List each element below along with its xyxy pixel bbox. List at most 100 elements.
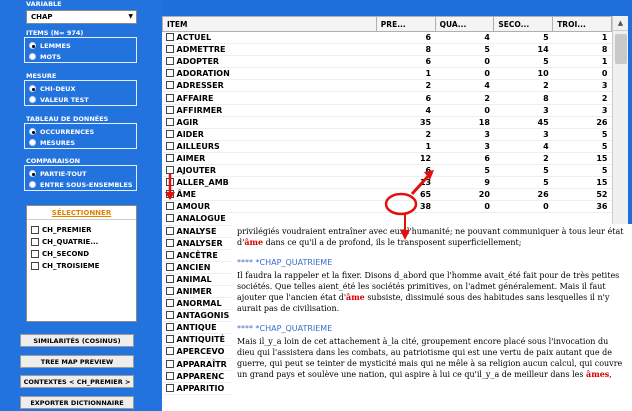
radio-occurrences[interactable]: OCCURRENCES (25, 126, 136, 137)
item-label: APPARAÎTR (176, 359, 227, 369)
table-row[interactable]: AFFAIRE 6 2 8 2 (162, 91, 612, 105)
chapter-heading: **** *CHAP_QUATRIEME (237, 258, 333, 267)
item-cell: AIMER (162, 152, 377, 166)
item-cell: ALLER_AMB (162, 176, 377, 190)
table-row[interactable]: AILLEURS 1 3 4 5 (162, 140, 612, 153)
table-row[interactable]: AIMER 12 6 2 15 (162, 152, 612, 166)
checkbox-ch-troisieme[interactable]: CH_TROISIEME (27, 260, 136, 272)
row-checkbox-icon[interactable] (165, 105, 174, 114)
row-checkbox-icon[interactable] (165, 262, 174, 271)
row-checkbox-icon[interactable] (165, 250, 174, 259)
row-checkbox-icon[interactable] (165, 214, 174, 223)
column-header[interactable]: TROI... (552, 16, 612, 32)
row-checkbox-icon[interactable] (165, 57, 174, 66)
column-header[interactable]: ITEM (162, 16, 377, 32)
row-checkbox-icon[interactable] (165, 81, 174, 90)
value-cell: 3 (552, 79, 612, 93)
row-checkbox-icon[interactable] (165, 371, 174, 380)
checkbox-icon (31, 262, 39, 270)
value-cell: 0 (435, 200, 494, 214)
row-checkbox-icon[interactable] (165, 311, 174, 320)
row-checkbox-icon[interactable] (165, 153, 174, 162)
table-row[interactable]: ADOPTER 6 0 5 1 (162, 55, 612, 69)
value-cell: 36 (552, 200, 612, 214)
column-header[interactable]: SECO... (493, 16, 554, 32)
row-checkbox-icon[interactable] (165, 335, 174, 344)
checkbox-ch-quatrieme[interactable]: CH_QUATRIE... (27, 236, 136, 248)
row-checkbox-icon[interactable] (165, 129, 174, 138)
row-checkbox-icon[interactable] (165, 383, 174, 392)
item-label: ACTUEL (176, 33, 212, 43)
select-header[interactable]: SÉLECTIONNER (27, 206, 136, 220)
selection-box: SÉLECTIONNER CH_PREMIER CH_QUATRIE... CH… (26, 205, 137, 322)
item-label: AGIR (176, 117, 199, 127)
row-checkbox-icon[interactable] (165, 359, 174, 368)
radio-valeur-test[interactable]: VALEUR TEST (25, 94, 136, 105)
column-header[interactable]: QUA... (434, 16, 495, 32)
checkbox-ch-premier[interactable]: CH_PREMIER (27, 224, 136, 236)
row-checkbox-icon[interactable] (165, 141, 174, 150)
table-row[interactable]: ADMETTRE 8 5 14 8 (162, 43, 612, 57)
row-checkbox-icon[interactable] (165, 93, 174, 102)
column-header[interactable]: PRE... (375, 16, 436, 32)
value-cell: 1 (376, 67, 436, 81)
contextes-button[interactable]: CONTEXTES < CH_PREMIER > (20, 375, 134, 388)
value-cell: 13 (376, 176, 436, 190)
radio-partie-tout[interactable]: PARTIE-TOUT (25, 168, 136, 179)
left-panel: VARIABLE CHAP ▼ ITEMS (N= 974) LEMMES MOT… (0, 0, 162, 411)
value-cell: 6 (376, 31, 436, 45)
similarites-button[interactable]: SIMILARITÉS (COSINUS) (20, 334, 134, 347)
checkbox-label: CH_QUATRIE... (42, 238, 99, 246)
table-row[interactable]: ALLER_AMB 13 9 5 15 (162, 176, 612, 190)
table-row[interactable]: AMOUR 38 0 0 36 (162, 200, 612, 214)
row-checkbox-icon[interactable] (165, 117, 174, 126)
item-label: ANALYSER (176, 238, 223, 248)
radio-icon (29, 170, 36, 177)
checkbox-ch-second[interactable]: CH_SECOND (27, 248, 136, 260)
table-row[interactable]: ADRESSER 2 4 2 3 (162, 79, 612, 93)
table-row[interactable]: AJOUTER 6 5 5 5 (162, 164, 612, 178)
radio-entre-sous-ensembles[interactable]: ENTRE SOUS-ENSEMBLES (25, 179, 136, 190)
radio-mots[interactable]: MOTS (25, 51, 136, 62)
variable-select[interactable]: CHAP ▼ (26, 10, 137, 24)
radio-chi-deux[interactable]: CHI-DEUX (25, 83, 136, 94)
item-label: ANCIEN (176, 262, 211, 272)
table-row[interactable]: AFFIRMER 4 0 3 3 (162, 104, 612, 117)
scrollbar-thumb[interactable] (615, 34, 627, 64)
table-row[interactable]: AIDER 2 3 3 5 (162, 128, 612, 141)
value-cell: 35 (376, 116, 436, 129)
table-row[interactable]: ÂME 65 20 26 52 (162, 188, 612, 202)
value-cell: 4 (435, 31, 494, 45)
row-checkbox-icon[interactable] (165, 178, 174, 187)
row-checkbox-icon[interactable] (165, 69, 174, 78)
row-checkbox-icon[interactable] (165, 190, 174, 199)
table-row[interactable]: ADORATION 1 0 10 0 (162, 67, 612, 81)
row-checkbox-icon[interactable] (165, 45, 174, 54)
value-cell: 3 (435, 128, 494, 141)
variable-value: CHAP (31, 13, 53, 21)
radio-lemmes[interactable]: LEMMES (25, 40, 136, 51)
item-label: ADMETTRE (176, 45, 226, 55)
row-checkbox-icon[interactable] (165, 323, 174, 332)
row-checkbox-icon[interactable] (165, 166, 174, 175)
tree-map-preview-button[interactable]: TREE MAP PREVIEW (20, 355, 134, 368)
row-checkbox-icon[interactable] (165, 33, 174, 42)
item-label: ANORMAL (176, 299, 222, 309)
radio-mesures[interactable]: MESURES (25, 137, 136, 148)
row-checkbox-icon[interactable] (165, 226, 174, 235)
row-checkbox-icon[interactable] (165, 274, 174, 283)
row-checkbox-icon[interactable] (165, 299, 174, 308)
radio-label: CHI-DEUX (40, 84, 76, 93)
row-checkbox-icon[interactable] (165, 347, 174, 356)
row-checkbox-icon[interactable] (165, 202, 174, 211)
table-row[interactable]: ACTUEL 6 4 5 1 (162, 31, 612, 45)
table-row[interactable]: AGIR 35 18 45 26 (162, 116, 612, 129)
row-checkbox-icon[interactable] (165, 238, 174, 247)
context-text: dans ce qu'il a de profond, ils le trans… (263, 238, 522, 247)
exporter-dictionnaire-button[interactable]: EXPORTER DICTIONNAIRE (20, 396, 134, 409)
row-checkbox-icon[interactable] (165, 287, 174, 296)
scroll-up-icon[interactable]: ▲ (613, 16, 628, 31)
value-cell: 3 (493, 104, 553, 117)
value-cell: 5 (552, 140, 612, 153)
item-cell: AFFAIRE (162, 91, 377, 105)
